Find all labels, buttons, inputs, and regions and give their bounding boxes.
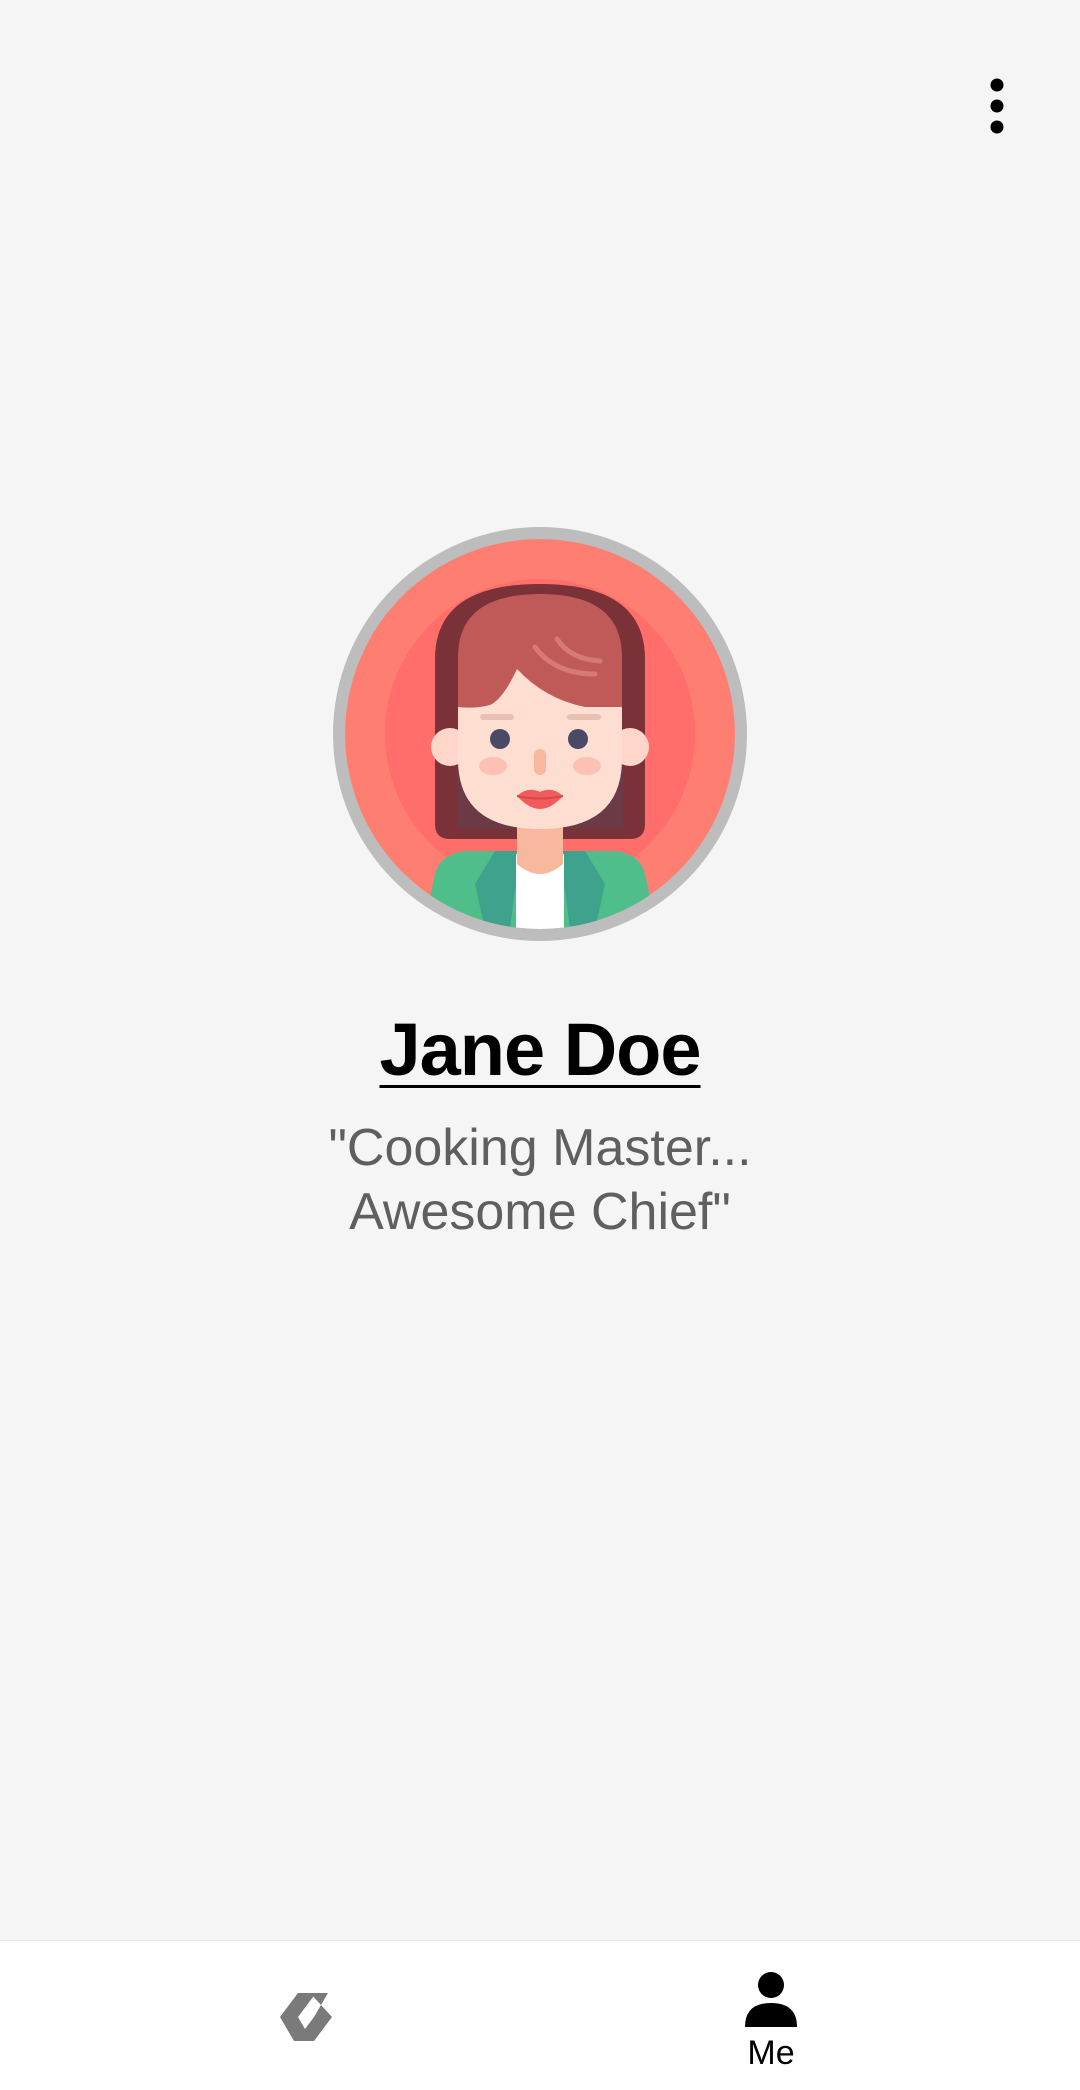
- woman-avatar-illustration: [345, 539, 735, 929]
- bottom-navigation: Me: [0, 1940, 1080, 2090]
- more-options-button[interactable]: [962, 66, 1032, 146]
- bio-line-1: "Cooking Master...: [328, 1119, 752, 1177]
- profile-bio: "Cooking Master... Awesome Chief": [0, 1116, 1080, 1244]
- profile-avatar[interactable]: [333, 527, 747, 941]
- app-logo-icon: [280, 1993, 332, 2041]
- more-vert-icon: [990, 78, 1004, 134]
- person-icon: [745, 1972, 797, 2027]
- nav-item-home[interactable]: [0, 1941, 540, 2090]
- profile-name: Jane Doe: [379, 1008, 701, 1091]
- nav-label-me: Me: [747, 2034, 795, 2072]
- nav-item-me[interactable]: Me: [540, 1941, 1080, 2090]
- bio-line-2: Awesome Chief": [349, 1183, 731, 1241]
